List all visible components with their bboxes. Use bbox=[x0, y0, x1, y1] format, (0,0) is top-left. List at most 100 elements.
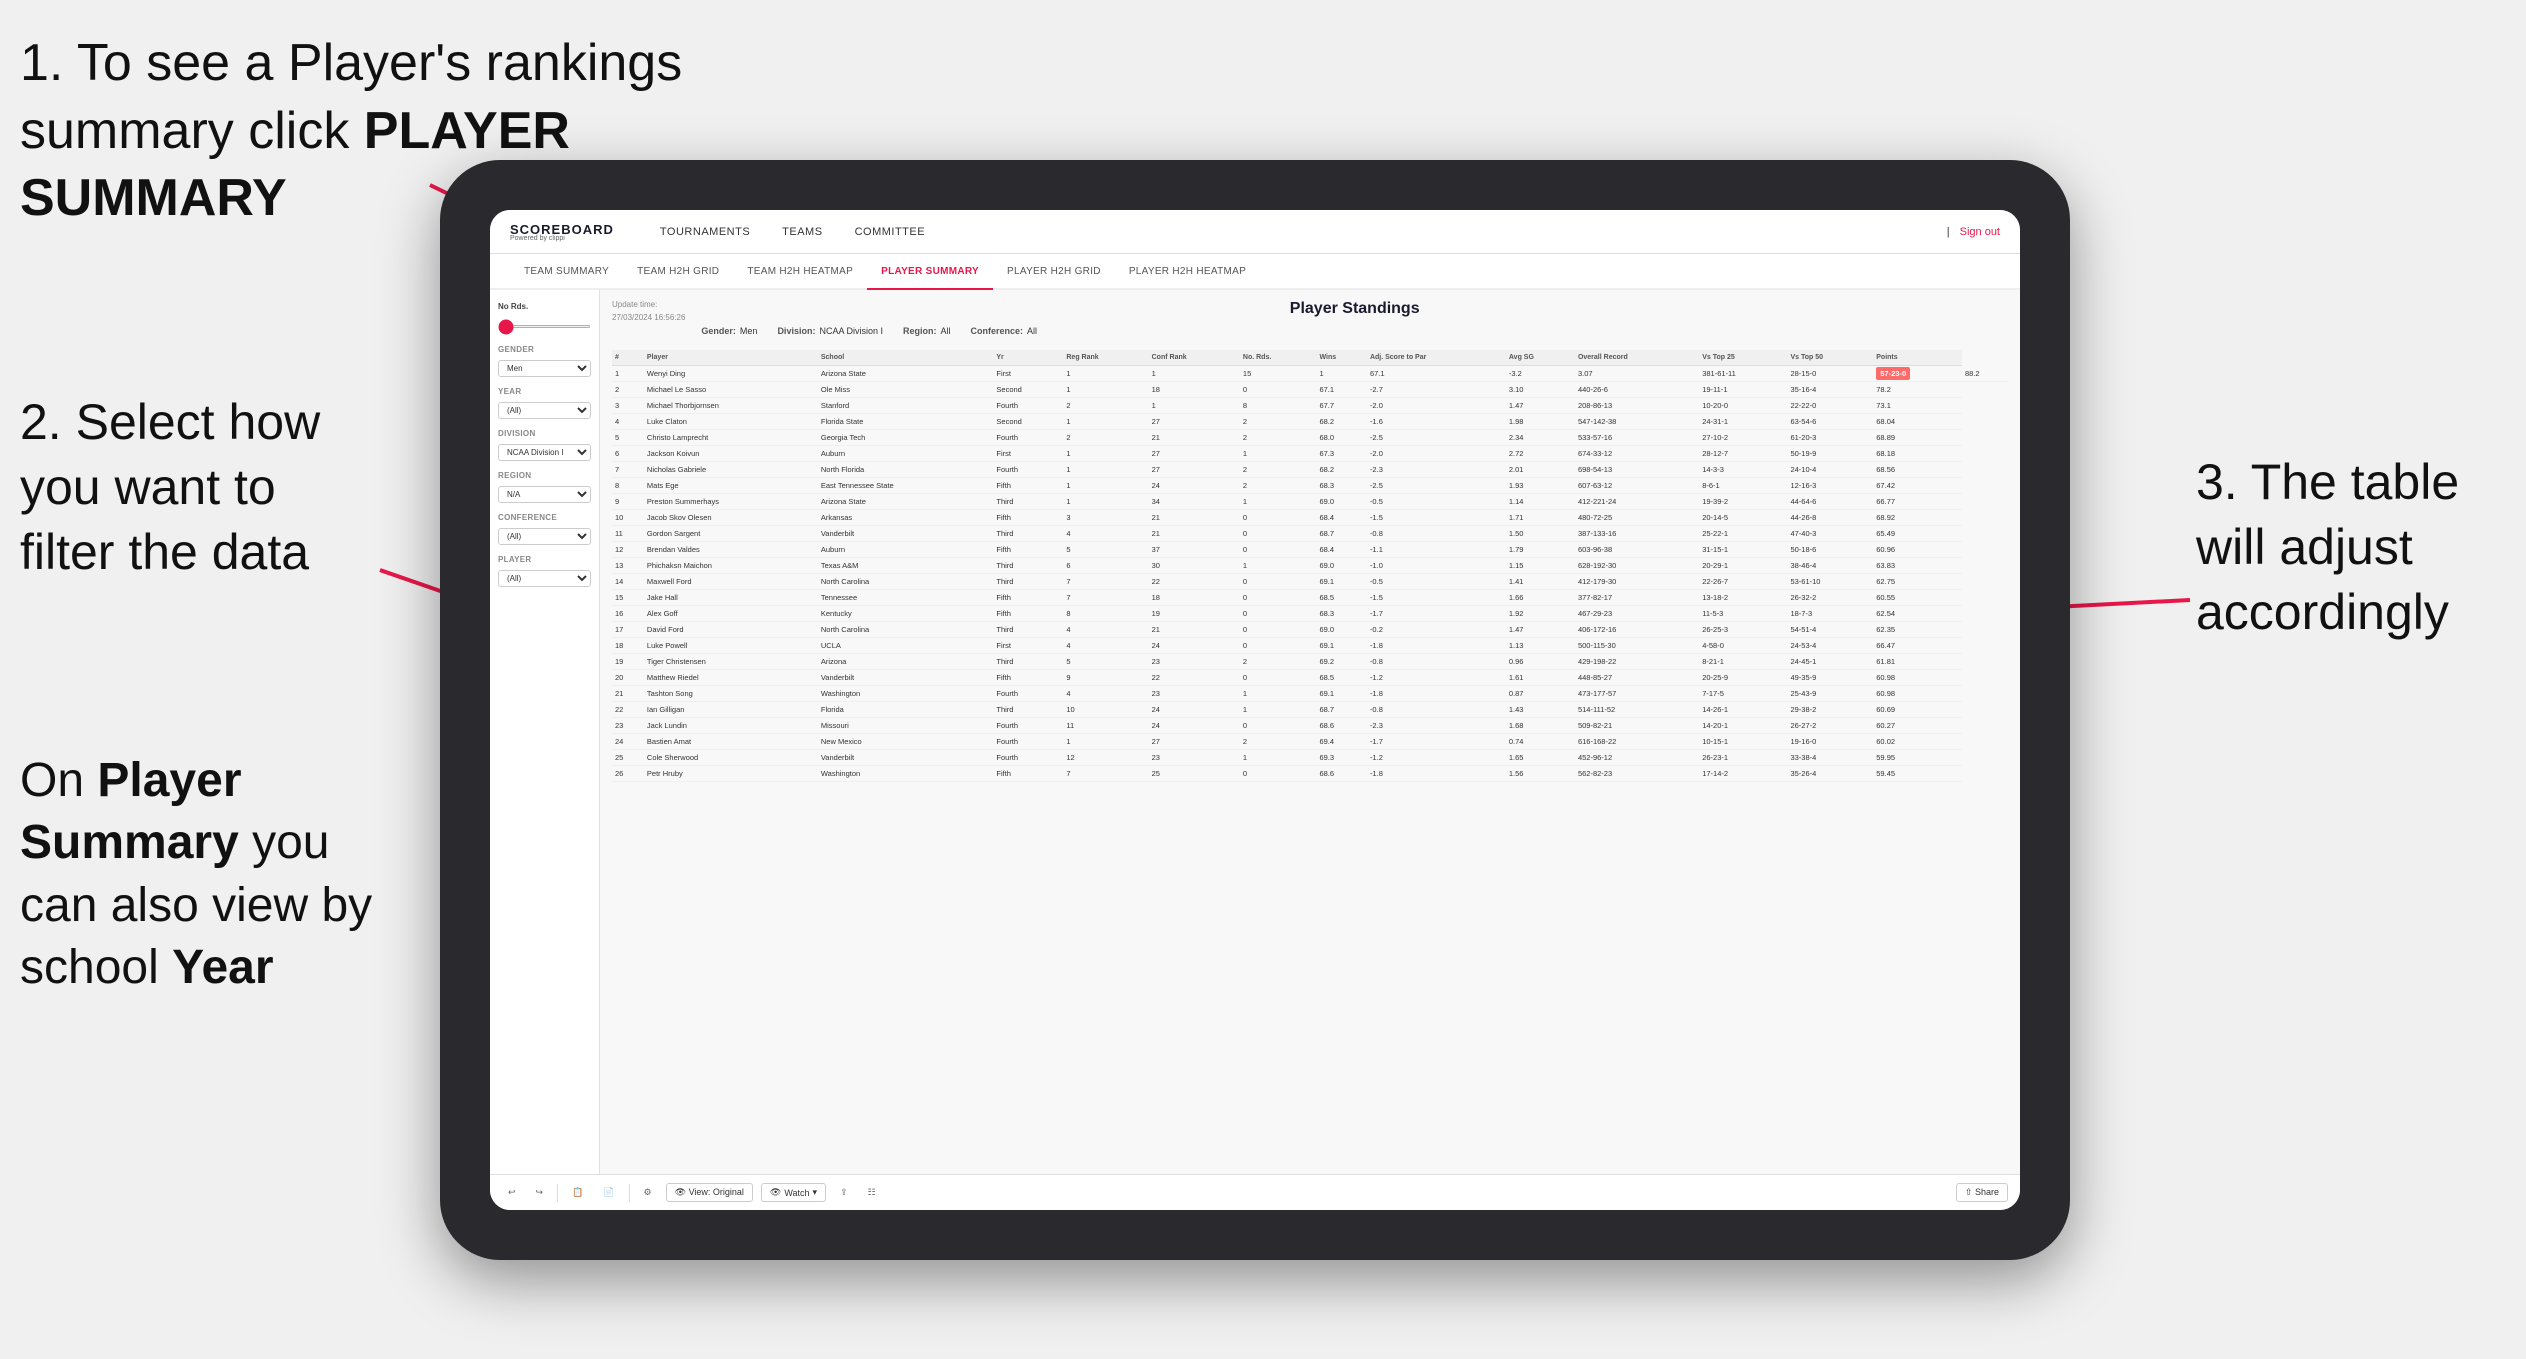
update-time-label: Update time: bbox=[612, 300, 685, 309]
table-row: 16Alex GoffKentuckyFifth819068.3-1.71.92… bbox=[612, 606, 2008, 622]
table-cell-24-3: Fourth bbox=[993, 750, 1063, 766]
table-cell-20-8: -1.8 bbox=[1367, 686, 1506, 702]
table-cell-5-0: 6 bbox=[612, 446, 644, 462]
table-cell-8-4: 1 bbox=[1063, 494, 1148, 510]
sub-nav-team-h2h-heatmap[interactable]: TEAM H2H HEATMAP bbox=[733, 254, 867, 290]
table-cell-2-3: Fourth bbox=[993, 398, 1063, 414]
nav-committee[interactable]: COMMITTEE bbox=[839, 210, 942, 254]
table-cell-22-7: 68.6 bbox=[1316, 718, 1366, 734]
col-player: Player bbox=[644, 350, 818, 366]
table-cell-17-10: 500-115-30 bbox=[1575, 638, 1699, 654]
table-cell-19-3: Fifth bbox=[993, 670, 1063, 686]
table-cell-11-9: 1.79 bbox=[1506, 542, 1575, 558]
table-cell-7-9: 1.93 bbox=[1506, 478, 1575, 494]
table-cell-16-11: 26-25-3 bbox=[1699, 622, 1787, 638]
export-btn[interactable]: ⇪ bbox=[834, 1185, 854, 1200]
table-cell-1-6: 0 bbox=[1240, 382, 1317, 398]
region-select[interactable]: N/A bbox=[498, 486, 591, 503]
table-cell-21-5: 24 bbox=[1149, 702, 1240, 718]
table-cell-10-8: -0.8 bbox=[1367, 526, 1506, 542]
sub-nav-team-summary[interactable]: TEAM SUMMARY bbox=[510, 254, 623, 290]
table-cell-23-9: 0.74 bbox=[1506, 734, 1575, 750]
table-cell-3-2: Florida State bbox=[818, 414, 994, 430]
settings-btn[interactable]: ⚙ bbox=[638, 1185, 658, 1200]
table-cell-0-14: 88.2 bbox=[1962, 366, 2008, 382]
table-cell-10-10: 387-133-16 bbox=[1575, 526, 1699, 542]
division-select[interactable]: NCAA Division I bbox=[498, 444, 591, 461]
watch-chevron: ▾ bbox=[813, 1187, 818, 1198]
view-label: View: Original bbox=[689, 1187, 744, 1197]
table-cell-12-7: 69.0 bbox=[1316, 558, 1366, 574]
table-cell-6-5: 27 bbox=[1149, 462, 1240, 478]
table-row: 13Phichaksn MaichonTexas A&MThird630169.… bbox=[612, 558, 2008, 574]
table-cell-8-6: 1 bbox=[1240, 494, 1317, 510]
redo-btn[interactable]: ↪ bbox=[530, 1185, 550, 1200]
col-rank: # bbox=[612, 350, 644, 366]
table-cell-20-11: 7-17-5 bbox=[1699, 686, 1787, 702]
paste-btn[interactable]: 📄 bbox=[597, 1185, 620, 1200]
table-cell-10-2: Vanderbilt bbox=[818, 526, 994, 542]
grid-btn[interactable]: ☷ bbox=[862, 1185, 882, 1200]
table-cell-18-13: 61.81 bbox=[1873, 654, 1962, 670]
table-cell-3-4: 1 bbox=[1063, 414, 1148, 430]
table-cell-13-5: 22 bbox=[1149, 574, 1240, 590]
share-btn[interactable]: ⇧ Share bbox=[1956, 1183, 2008, 1202]
view-original-btn[interactable]: 👁 View: Original bbox=[666, 1183, 753, 1202]
table-row: 21Tashton SongWashingtonFourth423169.1-1… bbox=[612, 686, 2008, 702]
no-rds-slider[interactable] bbox=[498, 325, 591, 328]
sub-nav-player-h2h-grid[interactable]: PLAYER H2H GRID bbox=[993, 254, 1115, 290]
table-cell-19-8: -1.2 bbox=[1367, 670, 1506, 686]
table-cell-3-6: 2 bbox=[1240, 414, 1317, 430]
table-cell-24-1: Cole Sherwood bbox=[644, 750, 818, 766]
table-cell-21-11: 14-26-1 bbox=[1699, 702, 1787, 718]
table-cell-8-10: 412-221-24 bbox=[1575, 494, 1699, 510]
col-adj-score: Adj. Score to Par bbox=[1367, 350, 1506, 366]
table-row: 12Brendan ValdesAuburnFifth537068.4-1.11… bbox=[612, 542, 2008, 558]
table-cell-5-11: 28-12-7 bbox=[1699, 446, 1787, 462]
table-cell-1-2: Ole Miss bbox=[818, 382, 994, 398]
table-cell-8-5: 34 bbox=[1149, 494, 1240, 510]
sub-nav-player-h2h-heatmap[interactable]: PLAYER H2H HEATMAP bbox=[1115, 254, 1260, 290]
nav-teams[interactable]: TEAMS bbox=[766, 210, 838, 254]
table-cell-7-12: 12-16-3 bbox=[1787, 478, 1873, 494]
table-cell-25-5: 25 bbox=[1149, 766, 1240, 782]
table-cell-8-11: 19-39-2 bbox=[1699, 494, 1787, 510]
table-cell-5-2: Auburn bbox=[818, 446, 994, 462]
sub-nav: TEAM SUMMARY TEAM H2H GRID TEAM H2H HEAT… bbox=[490, 254, 2020, 290]
table-cell-24-9: 1.65 bbox=[1506, 750, 1575, 766]
watch-btn[interactable]: 👁 Watch ▾ bbox=[761, 1183, 826, 1202]
nav-tournaments[interactable]: TOURNAMENTS bbox=[644, 210, 766, 254]
gender-select[interactable]: Men bbox=[498, 360, 591, 377]
table-cell-2-5: 1 bbox=[1149, 398, 1240, 414]
table-cell-0-0: 1 bbox=[612, 366, 644, 382]
table-cell-25-2: Washington bbox=[818, 766, 994, 782]
table-cell-16-7: 69.0 bbox=[1316, 622, 1366, 638]
player-select[interactable]: (All) bbox=[498, 570, 591, 587]
table-cell-13-0: 14 bbox=[612, 574, 644, 590]
conference-filter: Conference (All) bbox=[498, 513, 591, 545]
table-cell-0-1: Wenyi Ding bbox=[644, 366, 818, 382]
table-cell-7-3: Fifth bbox=[993, 478, 1063, 494]
year-select[interactable]: (All) bbox=[498, 402, 591, 419]
table-row: 24Bastien AmatNew MexicoFourth127269.4-1… bbox=[612, 734, 2008, 750]
table-cell-13-1: Maxwell Ford bbox=[644, 574, 818, 590]
sub-nav-player-summary[interactable]: PLAYER SUMMARY bbox=[867, 254, 993, 290]
table-cell-10-1: Gordon Sargent bbox=[644, 526, 818, 542]
table-row: 20Matthew RiedelVanderbiltFifth922068.5-… bbox=[612, 670, 2008, 686]
undo-btn[interactable]: ↩ bbox=[502, 1185, 522, 1200]
table-cell-9-12: 44-26-8 bbox=[1787, 510, 1873, 526]
watch-label: Watch bbox=[784, 1188, 809, 1198]
sub-nav-team-h2h-grid[interactable]: TEAM H2H GRID bbox=[623, 254, 733, 290]
table-cell-19-2: Vanderbilt bbox=[818, 670, 994, 686]
table-row: 3Michael ThorbjornsenStanfordFourth21867… bbox=[612, 398, 2008, 414]
table-cell-16-10: 406-172-16 bbox=[1575, 622, 1699, 638]
table-cell-5-5: 27 bbox=[1149, 446, 1240, 462]
table-cell-4-10: 533-57-16 bbox=[1575, 430, 1699, 446]
copy-btn[interactable]: 📋 bbox=[566, 1185, 589, 1200]
sign-out-link[interactable]: Sign out bbox=[1960, 226, 2000, 238]
table-cell-3-8: -1.6 bbox=[1367, 414, 1506, 430]
table-cell-13-12: 53-61-10 bbox=[1787, 574, 1873, 590]
conference-select[interactable]: (All) bbox=[498, 528, 591, 545]
main-content: No Rds. Gender Men Year (All) Divisio bbox=[490, 290, 2020, 1174]
table-cell-4-11: 27-10-2 bbox=[1699, 430, 1787, 446]
